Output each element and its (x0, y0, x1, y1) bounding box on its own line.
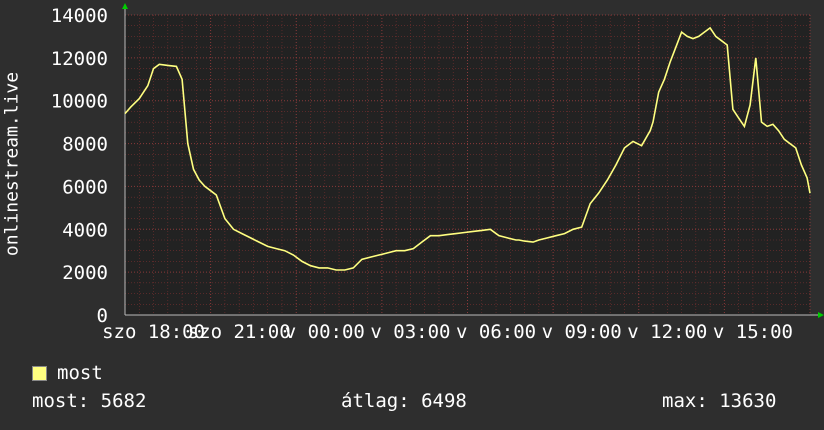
x-tick-label: szo 21:00 (188, 321, 291, 343)
y-tick-label: 10000 (51, 91, 108, 113)
y-axis-arrow-icon (122, 3, 128, 9)
x-tick-label: v 03:00 (370, 321, 450, 343)
legend-swatch (32, 365, 47, 381)
x-tick-label: v 06:00 (456, 321, 536, 343)
stat-max: max: 13630 (662, 390, 776, 412)
stat-average-value: 6498 (421, 390, 467, 412)
stat-average-label: átlag: (341, 390, 410, 412)
x-axis-arrow-icon (818, 312, 824, 318)
y-tick-label: 14000 (51, 5, 108, 27)
y-tick-label: 4000 (62, 219, 108, 241)
x-tick-label: v 09:00 (542, 321, 622, 343)
legend: most (32, 362, 103, 384)
stat-now-value: 5682 (100, 390, 147, 412)
stat-max-value: 13630 (719, 390, 777, 412)
y-tick-label: 6000 (62, 176, 108, 198)
y-tick-label: 12000 (51, 48, 108, 70)
legend-label-most: most (57, 362, 103, 384)
stat-max-label: max: (662, 390, 708, 412)
y-tick-label: 8000 (62, 134, 108, 156)
stat-now-label: most: (32, 390, 90, 412)
line-chart: 02000400060008000100001200014000 szo 18:… (51, 3, 824, 343)
x-tick-label: v 15:00 (713, 321, 793, 343)
y-tick-label: 2000 (62, 262, 108, 284)
y-axis-label: onlinestream.live (1, 71, 23, 257)
stat-now: most: 5682 (32, 390, 146, 412)
stat-average: átlag: 6498 (341, 390, 467, 412)
x-tick-label: v 00:00 (285, 321, 365, 343)
x-tick-label: v 12:00 (627, 321, 707, 343)
